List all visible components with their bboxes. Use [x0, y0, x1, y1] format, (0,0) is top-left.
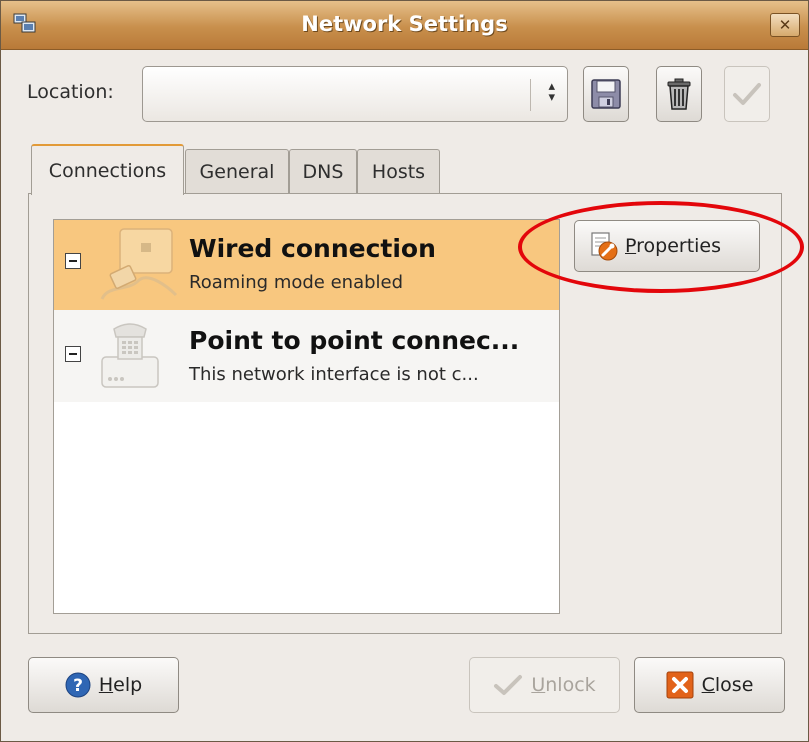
- connection-row-wired[interactable]: Wired connection Roaming mode enabled: [54, 220, 559, 310]
- properties-mnemonic: P: [625, 235, 637, 257]
- location-label: Location:: [27, 81, 114, 103]
- tab-general[interactable]: General: [185, 149, 289, 193]
- connection-description: Roaming mode enabled: [189, 272, 404, 293]
- delete-location-button[interactable]: [656, 66, 702, 122]
- combo-arrows-icon[interactable]: ▴ ▾: [548, 80, 555, 104]
- checkmark-icon: [494, 675, 523, 695]
- close-icon: ✕: [778, 16, 792, 34]
- connection-row-ppp[interactable]: Point to point connec... This network in…: [54, 310, 559, 402]
- connection-description: This network interface is not c...: [189, 364, 479, 385]
- connections-tab-panel: Wired connection Roaming mode enabled Po…: [28, 193, 782, 634]
- title-bar[interactable]: Network Settings ✕: [1, 1, 808, 50]
- telephone-modem-icon: [101, 323, 159, 388]
- connections-list[interactable]: Wired connection Roaming mode enabled Po…: [53, 219, 560, 614]
- save-location-button[interactable]: [583, 66, 629, 122]
- network-settings-window: Network Settings ✕ Location: ▴ ▾ Connect…: [0, 0, 809, 742]
- checkmark-icon: [733, 83, 761, 105]
- properties-button[interactable]: Properties: [574, 220, 760, 272]
- properties-wrench-icon: [591, 232, 618, 261]
- unlock-mnemonic: U: [531, 674, 546, 696]
- connection-toggle-checkbox[interactable]: [65, 253, 81, 269]
- help-label: elp: [113, 674, 143, 696]
- svg-text:?: ?: [73, 676, 83, 696]
- connection-name: Wired connection: [189, 234, 436, 263]
- properties-label: roperties: [636, 235, 722, 257]
- close-label: lose: [714, 674, 754, 696]
- close-x-icon: [666, 671, 694, 699]
- help-button[interactable]: ? Help: [28, 657, 179, 713]
- apply-location-button[interactable]: [724, 66, 770, 122]
- close-button[interactable]: Close: [634, 657, 785, 713]
- tab-hosts[interactable]: Hosts: [357, 149, 440, 193]
- trash-can-icon: [667, 78, 691, 110]
- tab-connections[interactable]: Connections: [31, 144, 184, 195]
- connection-toggle-checkbox[interactable]: [65, 346, 81, 362]
- help-icon: ?: [65, 672, 91, 698]
- wired-network-icon: [100, 228, 178, 300]
- tab-dns[interactable]: DNS: [289, 149, 357, 193]
- help-mnemonic: H: [98, 674, 114, 696]
- close-mnemonic: C: [701, 674, 715, 696]
- unlock-button[interactable]: Unlock: [469, 657, 620, 713]
- window-title: Network Settings: [301, 12, 508, 36]
- connection-name: Point to point connec...: [189, 326, 520, 355]
- location-combobox[interactable]: ▴ ▾: [142, 66, 568, 122]
- floppy-disk-icon: [591, 79, 621, 109]
- window-close-button[interactable]: ✕: [770, 13, 800, 37]
- combo-separator: [530, 79, 531, 111]
- unlock-label: nlock: [545, 674, 596, 696]
